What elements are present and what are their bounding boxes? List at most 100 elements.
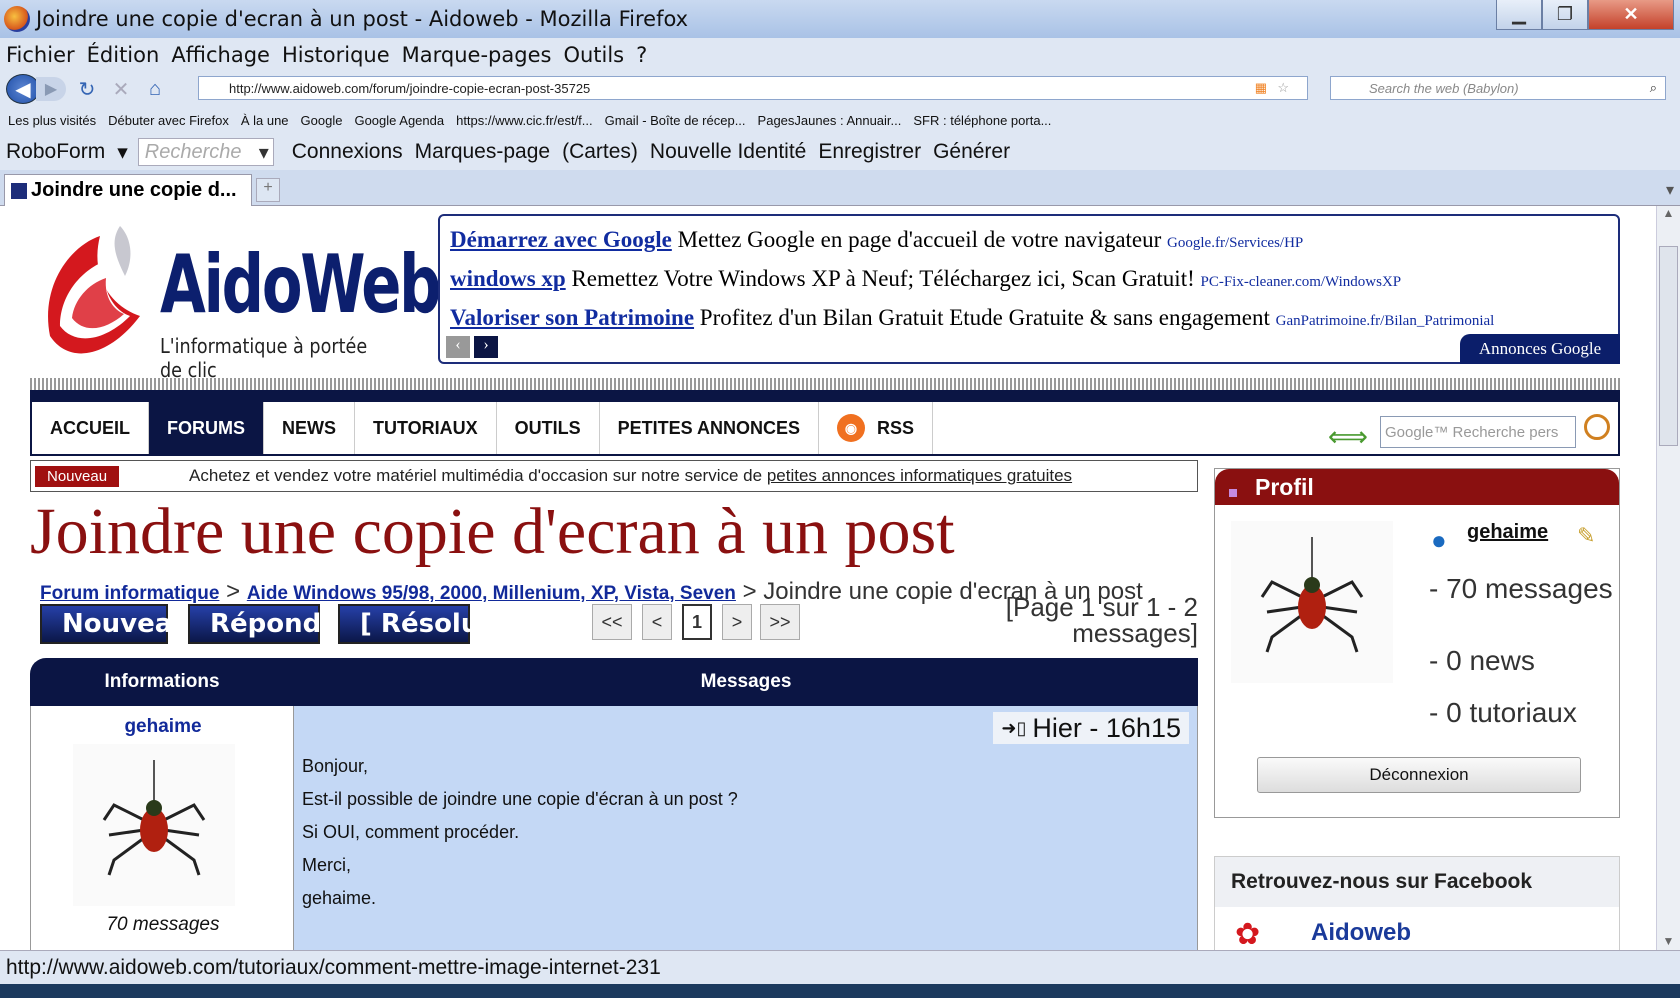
navigation-toolbar: ◀ ▶ ↻ ✕ ⌂ http://www.aidoweb.com/forum/j… — [0, 72, 1680, 106]
ads-label[interactable]: Annonces Google — [1460, 334, 1620, 364]
page-prev-button[interactable]: < — [642, 604, 672, 640]
bookmark-item[interactable]: Google Agenda — [354, 113, 444, 128]
forward-button[interactable]: ▶ — [36, 77, 66, 101]
page-last-button[interactable]: >> — [760, 604, 800, 640]
nav-rss[interactable]: ◉ RSS — [819, 402, 934, 454]
chevron-down-icon[interactable]: ▾ — [259, 140, 269, 165]
title-bar: Joindre une copie d'ecran à un post - Ai… — [0, 0, 1680, 38]
minimize-button[interactable]: ▁ — [1496, 0, 1542, 30]
roboform-cartes[interactable]: (Cartes) — [562, 140, 638, 164]
post-link-icon[interactable]: ➜▯ — [1001, 718, 1026, 739]
reload-icon[interactable]: ↻ — [74, 77, 100, 102]
ad-next-button[interactable]: › — [474, 336, 498, 358]
nav-news[interactable]: NEWS — [264, 402, 355, 454]
ad-item[interactable]: Démarrez avec Google Mettez Google en pa… — [450, 222, 1608, 261]
page-info: [Page 1 sur 1 - 2 messages] — [1005, 592, 1198, 648]
new-topic-button[interactable]: Nouveau — [40, 604, 191, 644]
menu-edition[interactable]: Édition — [87, 43, 160, 67]
nav-forums[interactable]: FORUMS — [149, 402, 264, 454]
bookmark-item[interactable]: Gmail - Boîte de récep... — [605, 113, 746, 128]
bookmark-item[interactable]: Google — [301, 113, 343, 128]
ad-item[interactable]: windows xp Remettez Votre Windows XP à N… — [450, 261, 1608, 300]
site-logo[interactable]: AidoWeb L'informatique à portée de clic — [30, 206, 442, 382]
page-scrollbar[interactable]: ▲ ▼ — [1656, 206, 1680, 950]
site-search-placeholder: Google™ Recherche pers — [1385, 423, 1559, 441]
stop-icon[interactable]: ✕ — [108, 77, 134, 102]
roboform-button[interactable]: RoboForm — [6, 140, 105, 164]
breadcrumb-forum[interactable]: Forum informatique — [40, 583, 219, 604]
menu-historique[interactable]: Historique — [282, 43, 390, 67]
bookmark-item[interactable]: Les plus visités — [8, 113, 96, 128]
web-search-input[interactable]: Search the web (Babylon) ⌕ — [1330, 76, 1666, 100]
bookmark-item[interactable]: À la une — [241, 113, 289, 128]
promo-link[interactable]: petites annonces informatiques gratuites — [767, 466, 1072, 486]
ad-url[interactable]: PC-Fix-cleaner.com/WindowsXP — [1201, 274, 1402, 290]
url-text: http://www.aidoweb.com/forum/joindre-cop… — [229, 80, 591, 96]
tab-active[interactable]: Joindre une copie d... — [4, 174, 252, 206]
menu-help[interactable]: ? — [636, 43, 647, 67]
close-button[interactable]: ✕ — [1588, 0, 1674, 30]
scroll-up-icon[interactable]: ▲ — [1657, 206, 1680, 220]
ad-url[interactable]: GanPatrimoine.fr/Bilan_Patrimonial — [1276, 313, 1495, 329]
resolved-button[interactable]: [ Résolu ] — [338, 604, 500, 644]
page-current[interactable]: 1 — [682, 604, 712, 640]
menu-fichier[interactable]: Fichier — [6, 43, 75, 67]
promo-text: Achetez et vendez votre matériel multimé… — [189, 466, 763, 485]
author-avatar[interactable] — [73, 744, 235, 906]
url-input[interactable]: http://www.aidoweb.com/forum/joindre-cop… — [198, 76, 1308, 100]
ad-item[interactable]: Valoriser son Patrimoine Profitez d'un B… — [450, 300, 1608, 339]
menu-affichage[interactable]: Affichage — [171, 43, 270, 67]
post-line: Si OUI, comment procéder. — [302, 822, 520, 842]
bookmark-item[interactable]: PagesJaunes : Annuair... — [758, 113, 902, 128]
page-first-button[interactable]: << — [592, 604, 632, 640]
ad-prev-button[interactable]: ‹ — [446, 336, 470, 358]
nav-accueil[interactable]: ACCUEIL — [32, 402, 149, 454]
nav-tutoriaux[interactable]: TUTORIAUX — [355, 402, 497, 454]
bookmark-star-icon[interactable]: ☆ — [1277, 80, 1289, 96]
breadcrumb-category[interactable]: Aide Windows 95/98, 2000, Millenium, XP,… — [247, 583, 736, 604]
site-search-input[interactable]: Google™ Recherche pers — [1380, 416, 1576, 448]
rss-feed-icon[interactable]: ▦ — [1255, 80, 1267, 96]
nav-outils[interactable]: OUTILS — [497, 402, 600, 454]
ad-title[interactable]: Valoriser son Patrimoine — [450, 305, 694, 330]
roboform-connexions[interactable]: Connexions — [292, 140, 403, 164]
post-line: Bonjour, — [302, 756, 369, 776]
ad-title[interactable]: windows xp — [450, 266, 566, 291]
new-tab-button[interactable]: + — [256, 178, 280, 202]
scroll-down-icon[interactable]: ▼ — [1657, 934, 1680, 948]
ad-url[interactable]: Google.fr/Services/HP — [1167, 235, 1303, 251]
logout-button[interactable]: Déconnexion — [1257, 757, 1581, 793]
roboform-search-input[interactable]: Recherche ▾ — [137, 138, 274, 166]
tab-list-icon[interactable]: ▾ — [1666, 180, 1674, 200]
edit-icon[interactable]: ✎ — [1577, 523, 1595, 549]
profile-avatar[interactable] — [1231, 521, 1393, 683]
post-timestamp: ➜▯ Hier - 16h15 — [993, 712, 1189, 744]
bookmark-item[interactable]: https://www.cic.fr/est/f... — [456, 113, 593, 128]
post-author-name[interactable]: gehaime — [31, 716, 295, 738]
roboform-enregistrer[interactable]: Enregistrer — [818, 140, 921, 164]
nav-petites-annonces[interactable]: PETITES ANNONCES — [600, 402, 820, 454]
bookmark-item[interactable]: SFR : téléphone porta... — [913, 113, 1051, 128]
roboform-marques-page[interactable]: Marques-page — [415, 140, 550, 164]
page-next-button[interactable]: > — [722, 604, 752, 640]
aidoweb-logo-icon: ✿ — [1235, 918, 1261, 950]
facebook-page-link[interactable]: Aidoweb — [1311, 919, 1411, 947]
search-icon[interactable]: ⌕ — [1650, 80, 1657, 96]
bookmarks-toolbar: Les plus visités Débuter avec Firefox À … — [0, 106, 1680, 134]
roboform-nouvelle-identite[interactable]: Nouvelle Identité — [650, 140, 806, 164]
roboform-toolbar: RoboForm ▾ Recherche ▾ Connexions Marque… — [0, 134, 1680, 170]
back-button[interactable]: ◀ — [6, 74, 40, 104]
post-line: gehaime. — [302, 888, 377, 908]
scroll-thumb[interactable] — [1659, 246, 1678, 446]
maximize-button[interactable]: ❐ — [1542, 0, 1588, 30]
reply-button[interactable]: Répondre — [188, 604, 352, 644]
chevron-down-icon[interactable]: ▾ — [117, 140, 128, 165]
bookmark-item[interactable]: Débuter avec Firefox — [108, 113, 229, 128]
menu-marque-pages[interactable]: Marque-pages — [402, 43, 552, 67]
roboform-generer[interactable]: Générer — [933, 140, 1010, 164]
profile-username[interactable]: gehaime — [1467, 521, 1548, 544]
home-icon[interactable]: ⌂ — [142, 78, 168, 101]
search-icon[interactable] — [1584, 414, 1610, 440]
ad-title[interactable]: Démarrez avec Google — [450, 227, 672, 252]
menu-outils[interactable]: Outils — [563, 43, 624, 67]
